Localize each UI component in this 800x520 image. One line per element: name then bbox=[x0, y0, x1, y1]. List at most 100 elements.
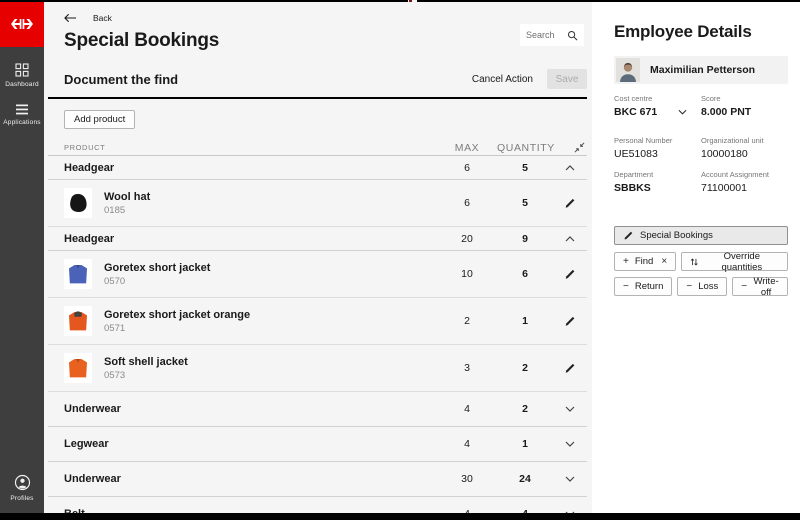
chevron-down-icon bbox=[678, 109, 687, 115]
column-header-product: PRODUCT bbox=[64, 143, 437, 152]
screen-top-edge bbox=[0, 0, 408, 2]
plus-icon: + bbox=[623, 257, 629, 267]
back-button[interactable]: Back bbox=[48, 0, 138, 23]
group-name: Underwear bbox=[64, 473, 121, 485]
product-name: Goretex short jacket orange bbox=[104, 309, 250, 321]
sidebar-item-dashboard[interactable]: Dashboard bbox=[5, 63, 39, 88]
write-off-button[interactable]: − Write-off bbox=[732, 277, 788, 296]
product-table: PRODUCT MAX QUANTITY Headgear 6 5 bbox=[48, 140, 587, 520]
employee-name: Maximilian Petterson bbox=[650, 64, 755, 76]
max-value: 4 bbox=[437, 403, 497, 415]
sidebar-item-profiles[interactable]: Profiles bbox=[10, 474, 33, 502]
table-header-row: PRODUCT MAX QUANTITY bbox=[48, 140, 587, 156]
chevron-down-icon[interactable] bbox=[565, 476, 575, 482]
personal-number-value: UE51083 bbox=[614, 148, 701, 160]
product-name: Wool hat bbox=[104, 191, 150, 203]
table-row-group[interactable]: Underwear 30 24 bbox=[48, 462, 587, 497]
search-placeholder: Search bbox=[526, 30, 555, 40]
back-arrow-icon bbox=[64, 13, 77, 23]
page-title: Special Bookings bbox=[64, 30, 587, 52]
dashboard-icon bbox=[15, 63, 29, 77]
edit-quantity-button[interactable] bbox=[562, 266, 578, 282]
minus-icon: − bbox=[623, 282, 629, 292]
product-table-rows: Headgear 6 5 Wool hat 0185 6 5 Headgear bbox=[48, 156, 587, 520]
product-code: 0570 bbox=[104, 276, 210, 287]
special-bookings-button[interactable]: Special Bookings bbox=[614, 226, 788, 245]
save-button[interactable]: Save bbox=[547, 69, 587, 89]
quantity-value: 9 bbox=[497, 233, 553, 245]
column-header-max: MAX bbox=[437, 142, 497, 154]
employee-card: Maximilian Petterson bbox=[614, 56, 788, 84]
max-value: 6 bbox=[437, 162, 497, 174]
loss-button[interactable]: − Loss bbox=[677, 277, 727, 296]
edit-quantity-button[interactable] bbox=[562, 195, 578, 211]
field-label: Account Assignment bbox=[701, 170, 788, 179]
quantity-value: 5 bbox=[497, 197, 553, 209]
product-image bbox=[64, 306, 92, 336]
special-bookings-label: Special Bookings bbox=[640, 230, 713, 241]
group-name: Underwear bbox=[64, 403, 121, 415]
table-row-item: Goretex short jacket orange 0571 2 1 bbox=[48, 298, 587, 345]
screen-top-notch bbox=[409, 0, 412, 2]
quantity-value: 2 bbox=[497, 403, 553, 415]
quantity-value: 24 bbox=[497, 473, 553, 485]
close-icon[interactable]: × bbox=[661, 256, 667, 267]
chevron-down-icon[interactable] bbox=[565, 441, 575, 447]
product-code: 0573 bbox=[104, 370, 188, 381]
panel-title: Employee Details bbox=[614, 22, 788, 42]
field-label: Department bbox=[614, 170, 701, 179]
return-button[interactable]: − Return bbox=[614, 277, 672, 296]
cost-centre-dropdown[interactable] bbox=[678, 109, 687, 115]
override-quantities-icon bbox=[690, 257, 698, 267]
app-screen: Dashboard Applications Profiles Bac bbox=[0, 0, 800, 520]
avatar bbox=[616, 58, 640, 82]
collapse-rows-icon bbox=[574, 142, 585, 153]
booking-actions: Special Bookings + Find × Override quant… bbox=[614, 226, 788, 296]
table-row-item: Wool hat 0185 6 5 bbox=[48, 180, 587, 227]
chevron-up-icon[interactable] bbox=[565, 236, 575, 242]
field-row: Personal Number UE51083 Organizational u… bbox=[614, 136, 788, 160]
product-name: Goretex short jacket bbox=[104, 262, 210, 274]
edit-quantity-button[interactable] bbox=[562, 313, 578, 329]
chevron-up-icon[interactable] bbox=[565, 165, 575, 171]
chevron-down-icon[interactable] bbox=[565, 406, 575, 412]
max-value: 3 bbox=[437, 362, 497, 374]
cost-centre-value: BKC 671 bbox=[614, 106, 657, 118]
override-quantities-button[interactable]: Override quantities bbox=[681, 252, 788, 271]
profiles-icon bbox=[14, 474, 31, 491]
quantity-value: 1 bbox=[497, 315, 553, 327]
return-label: Return bbox=[635, 281, 664, 292]
back-label: Back bbox=[93, 13, 112, 23]
add-product-button[interactable]: Add product bbox=[64, 110, 135, 129]
score-value: 8.000 PNT bbox=[701, 106, 788, 118]
loss-label: Loss bbox=[698, 281, 718, 292]
pencil-icon bbox=[564, 197, 576, 209]
find-filter-chip[interactable]: + Find × bbox=[614, 252, 676, 271]
quantity-value: 1 bbox=[497, 438, 553, 450]
product-image bbox=[64, 188, 92, 218]
quantity-value: 2 bbox=[497, 362, 553, 374]
search-icon[interactable] bbox=[567, 30, 578, 41]
table-row-item: Goretex short jacket 0570 10 6 bbox=[48, 251, 587, 298]
table-row-group[interactable]: Headgear 20 9 bbox=[48, 227, 587, 251]
field-row: Cost centre BKC 671 Score 8.000 PNT bbox=[614, 94, 788, 118]
product-name: Soft shell jacket bbox=[104, 356, 188, 368]
table-row-group[interactable]: Underwear 4 2 bbox=[48, 392, 587, 427]
group-name: Headgear bbox=[64, 233, 114, 245]
collapse-rows-button[interactable] bbox=[553, 142, 587, 153]
sbb-logo[interactable] bbox=[0, 0, 44, 47]
section-title: Document the find bbox=[64, 72, 178, 87]
pencil-icon bbox=[623, 230, 634, 241]
find-label: Find bbox=[635, 256, 653, 267]
search-input[interactable]: Search bbox=[520, 24, 584, 46]
column-header-quantity: QUANTITY bbox=[497, 142, 553, 154]
table-row-group[interactable]: Legwear 4 1 bbox=[48, 427, 587, 462]
edit-quantity-button[interactable] bbox=[562, 360, 578, 376]
sidebar-item-applications[interactable]: Applications bbox=[3, 104, 40, 126]
quantity-value: 5 bbox=[497, 162, 553, 174]
quantity-value: 6 bbox=[497, 268, 553, 280]
sbb-logo-icon bbox=[10, 18, 34, 30]
cancel-action-button[interactable]: Cancel Action bbox=[472, 74, 533, 85]
write-off-label: Write-off bbox=[753, 276, 779, 298]
table-row-group[interactable]: Headgear 6 5 bbox=[48, 156, 587, 180]
